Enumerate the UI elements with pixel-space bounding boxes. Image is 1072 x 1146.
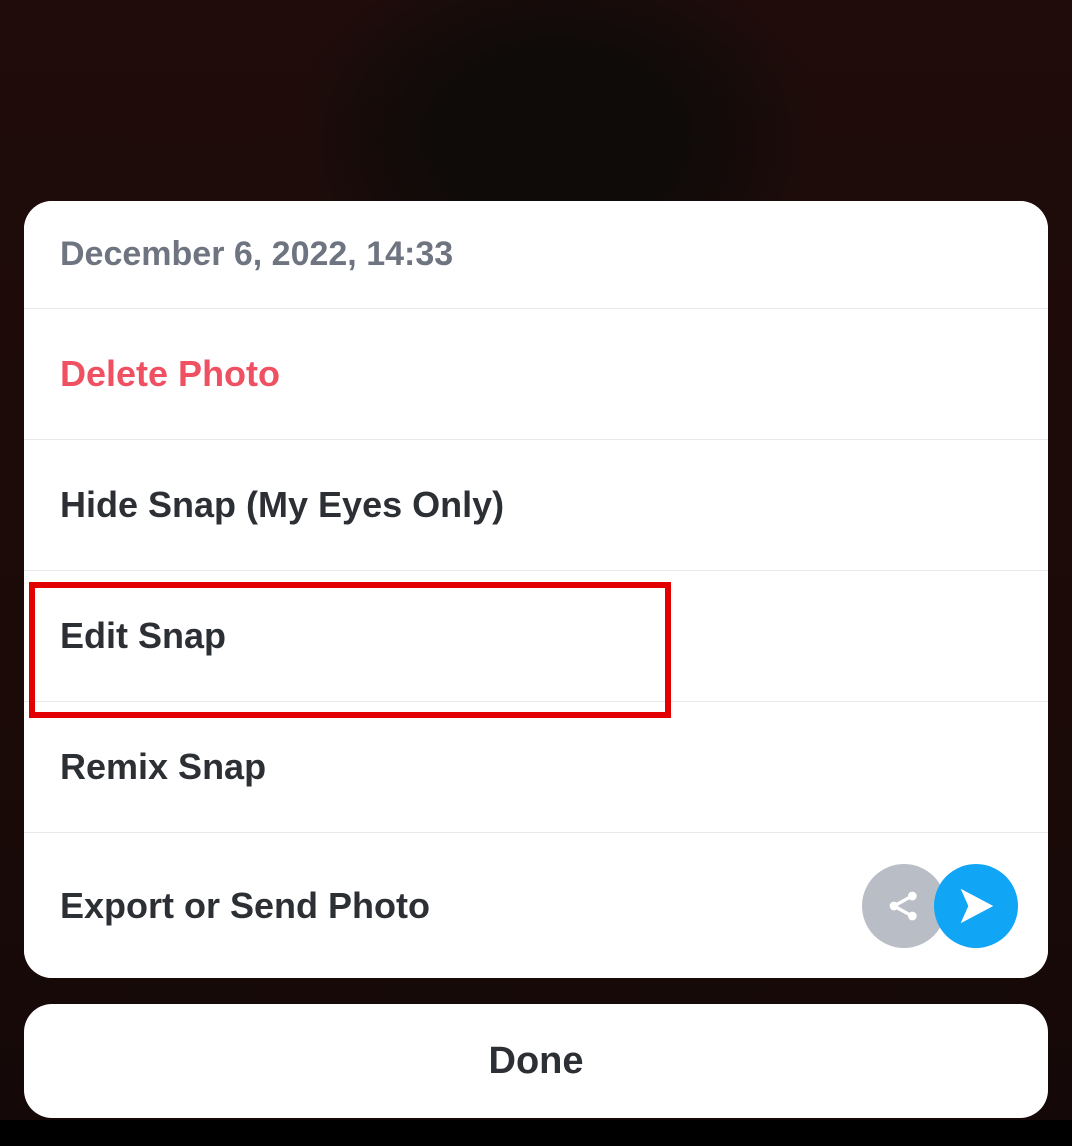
remix-snap-label: Remix Snap	[60, 746, 1018, 788]
timestamp-label: December 6, 2022, 14:33	[60, 235, 453, 274]
bottom-bar	[0, 1120, 1072, 1146]
timestamp-header: December 6, 2022, 14:33	[24, 201, 1048, 309]
action-sheet: December 6, 2022, 14:33 Delete Photo Hid…	[24, 201, 1048, 1118]
export-send-label: Export or Send Photo	[60, 885, 862, 927]
done-label: Done	[489, 1040, 584, 1083]
hide-snap-button[interactable]: Hide Snap (My Eyes Only)	[24, 440, 1048, 571]
remix-snap-button[interactable]: Remix Snap	[24, 702, 1048, 833]
edit-snap-label: Edit Snap	[60, 615, 1018, 657]
options-card: December 6, 2022, 14:33 Delete Photo Hid…	[24, 201, 1048, 978]
delete-photo-button[interactable]: Delete Photo	[24, 309, 1048, 440]
send-icon[interactable]	[934, 864, 1018, 948]
export-send-button[interactable]: Export or Send Photo	[24, 833, 1048, 978]
hide-snap-label: Hide Snap (My Eyes Only)	[60, 484, 1018, 526]
delete-photo-label: Delete Photo	[60, 353, 1018, 395]
edit-snap-button[interactable]: Edit Snap	[24, 571, 1048, 702]
export-icons-group	[862, 864, 1018, 948]
done-button[interactable]: Done	[24, 1004, 1048, 1118]
